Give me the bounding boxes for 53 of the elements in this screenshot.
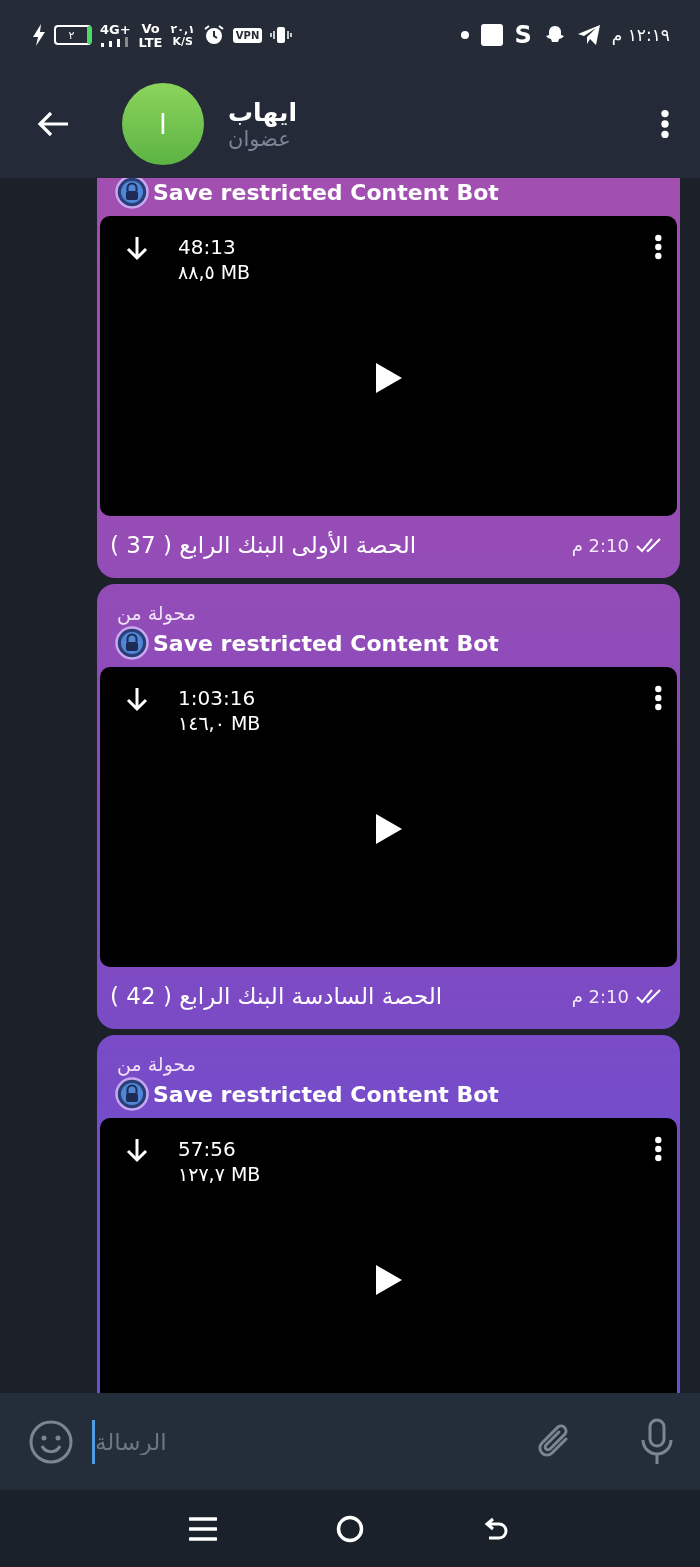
menu-icon[interactable] <box>189 1515 218 1542</box>
play-icon[interactable] <box>373 1263 404 1297</box>
video-duration: 48:13 <box>178 234 237 260</box>
file-size: ٨٨,٥ MB <box>178 260 252 284</box>
play-icon[interactable] <box>373 812 404 846</box>
sender-name[interactable]: Save restricted Content Bot <box>153 630 499 656</box>
message-caption: الحصة السادسة البنك الرابع ( 42 ) <box>110 983 443 1009</box>
chat-title: ايهاب <box>228 97 297 127</box>
microphone-button[interactable] <box>640 1417 674 1466</box>
message-time: 2:10 م <box>571 985 629 1007</box>
paper-plane-icon <box>577 25 600 45</box>
sender-name[interactable]: Save restricted Content Bot <box>153 1081 499 1107</box>
status-time: ١٢:١٩ م <box>611 25 670 45</box>
volte-label: Vo <box>141 21 160 35</box>
more-icon[interactable] <box>654 685 663 711</box>
message-caption: الحصة الأولى البنك الرابع ( 37 ) <box>110 532 417 558</box>
app-letter-icon: S <box>514 23 532 47</box>
chat-subtitle: عضوان <box>228 126 291 151</box>
more-icon[interactable] <box>654 1136 663 1162</box>
forwarded-label: محولة من <box>116 1052 197 1077</box>
charging-icon <box>32 24 46 46</box>
speed-value: ٢٠,١ <box>170 23 195 35</box>
home-button[interactable] <box>336 1514 364 1543</box>
message-field[interactable]: الرسالة <box>92 1419 516 1464</box>
download-icon[interactable] <box>124 234 150 262</box>
battery-icon: ٢ <box>54 25 92 45</box>
message-time: 2:10 م <box>571 534 629 556</box>
network-type: 4G+ <box>100 23 131 36</box>
download-icon[interactable] <box>124 685 150 713</box>
emoji-button[interactable] <box>28 1418 74 1465</box>
alarm-icon <box>202 24 225 46</box>
video-duration: 1:03:16 <box>178 685 257 711</box>
menu-icon[interactable] <box>660 109 670 139</box>
vibrate-icon <box>270 25 293 45</box>
play-icon[interactable] <box>373 361 404 395</box>
signal-icon <box>101 37 130 47</box>
file-size: ١٤٦,٠ MB <box>178 711 262 735</box>
message-composer[interactable]: الرسالة <box>0 1393 700 1490</box>
sender-name[interactable]: Save restricted Content Bot <box>153 179 499 205</box>
lock-icon <box>115 1077 149 1111</box>
lock-icon <box>115 178 149 209</box>
back-button[interactable] <box>36 110 70 138</box>
square-icon <box>480 24 503 46</box>
video-duration: 57:56 <box>178 1136 237 1162</box>
volte-label: LTE <box>138 35 163 49</box>
speed-unit: K/S <box>172 35 193 47</box>
forwarded-label: محولة من <box>116 601 197 626</box>
file-size: ١٢٧,٧ MB <box>178 1162 262 1186</box>
lock-icon <box>115 626 149 660</box>
download-icon[interactable] <box>124 1136 150 1164</box>
more-icon[interactable] <box>654 234 663 260</box>
dot-icon <box>460 31 469 39</box>
vpn-badge: VPN <box>232 27 263 43</box>
